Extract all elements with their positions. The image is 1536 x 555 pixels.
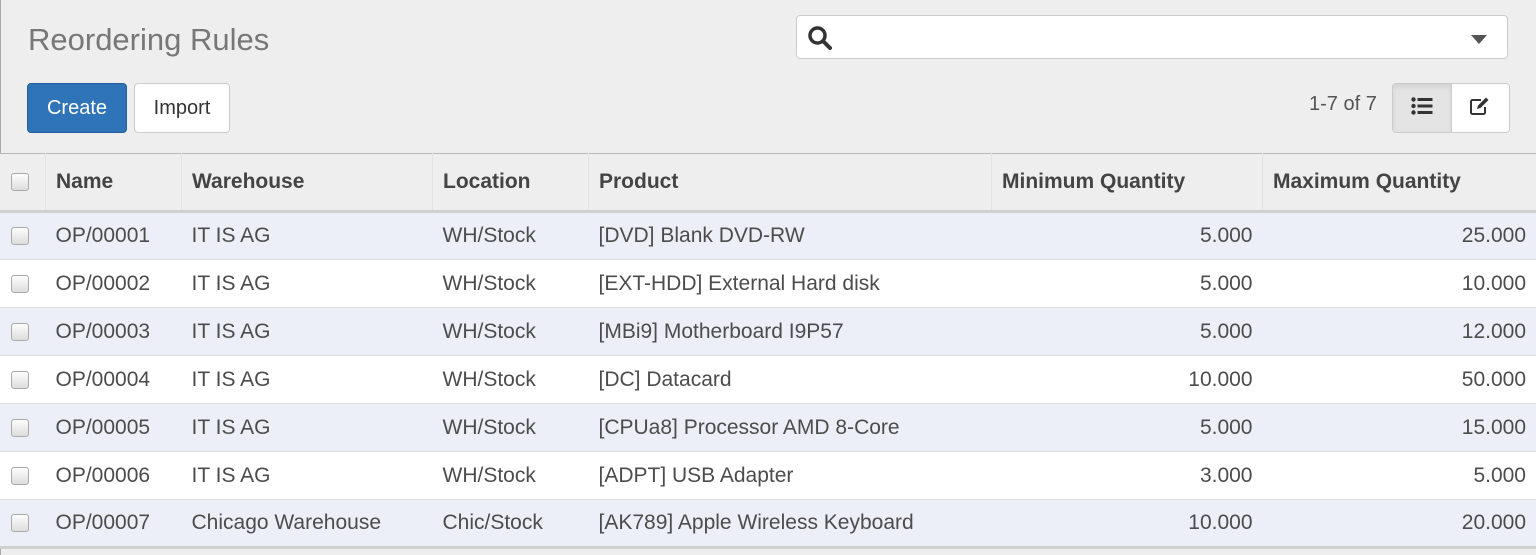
cell-name: OP/00005 [55,415,151,439]
view-switcher [1392,83,1510,133]
cell-max-qty: 25.000 [1461,224,1526,247]
row-checkbox[interactable] [11,370,29,389]
cell-min-qty: 5.000 [1199,319,1253,343]
cell-warehouse: IT IS AG [191,224,271,247]
search-icon [807,25,833,51]
table-row[interactable]: OP/00006 IT IS AG WH/Stock [ADPT] USB Adapt… [0,451,1536,500]
cell-min-qty: 10.000 [1188,511,1253,534]
table-header-row: Name Warehouse Location Product Minimum … [0,153,1536,213]
cell-max-qty: 15.000 [1461,415,1526,439]
table-row[interactable]: OP/00007 Chicago Warehouse Chic/Stock [AK78… [0,499,1536,548]
create-button[interactable]: Create [27,83,127,133]
column-header-minimum-quantity[interactable]: Minimum Quantity [991,153,1263,213]
page-title: Reordering Rules [28,22,270,57]
cell-location: WH/Stock [442,415,536,439]
cell-location: WH/Stock [442,224,536,247]
cell-min-qty: 10.000 [1188,367,1253,391]
column-header-warehouse[interactable]: Warehouse [181,153,433,213]
cell-product: [MBi9] Motherboard I9P57 [598,319,844,343]
cell-product: [EXT-HDD] External Hard disk [598,271,880,295]
row-checkbox[interactable] [11,274,29,293]
cell-min-qty: 5.000 [1199,271,1253,295]
cell-min-qty: 5.000 [1199,415,1253,439]
cell-warehouse: IT IS AG [191,367,271,391]
cell-name: OP/00001 [55,224,151,247]
row-checkbox[interactable] [11,418,29,437]
cell-warehouse: IT IS AG [191,319,271,343]
search-bar[interactable] [796,15,1508,59]
search-input[interactable] [845,22,1449,54]
row-select-cell [0,212,46,260]
cell-location: WH/Stock [442,463,536,487]
cell-name: OP/00002 [55,271,151,295]
reordering-rules-table: Name Warehouse Location Product Minimum … [0,153,1536,549]
cell-max-qty: 5.000 [1473,463,1526,487]
cell-name: OP/00004 [55,367,151,391]
column-header-maximum-quantity[interactable]: Maximum Quantity [1262,153,1536,213]
cell-max-qty: 12.000 [1461,319,1526,343]
caret-down-icon[interactable] [1471,35,1487,44]
row-checkbox[interactable] [11,514,29,533]
cell-product: [DC] Datacard [598,367,732,391]
form-view-button[interactable] [1451,84,1509,132]
cell-product: [DVD] Blank DVD-RW [598,224,805,247]
cell-product: [AK789] Apple Wireless Keyboard [598,511,914,534]
cell-max-qty: 10.000 [1461,271,1526,295]
column-header-name[interactable]: Name [45,153,182,213]
cell-name: OP/00007 [55,511,151,534]
select-all-checkbox[interactable] [11,173,29,192]
pager-value[interactable]: 1-7 of 7 [1309,93,1377,116]
table-row[interactable]: OP/00004 IT IS AG WH/Stock [DC] Datacard 10.… [0,355,1536,404]
cell-name: OP/00003 [55,319,151,343]
table-row[interactable]: OP/00002 IT IS AG WH/Stock [EXT-HDD] Extern… [0,259,1536,308]
row-select-cell [0,308,46,356]
cell-warehouse: IT IS AG [191,415,271,439]
cell-location: WH/Stock [442,271,536,295]
row-checkbox[interactable] [11,227,29,246]
cell-warehouse: IT IS AG [191,271,271,295]
cell-product: [ADPT] USB Adapter [598,463,794,487]
row-select-cell [0,452,46,500]
cell-warehouse: Chicago Warehouse [191,511,382,534]
list-icon [1411,96,1433,120]
column-header-product[interactable]: Product [588,153,992,213]
cell-product: [CPUa8] Processor AMD 8-Core [598,415,900,439]
cell-max-qty: 20.000 [1461,511,1526,534]
select-all-cell [0,153,46,213]
table-row[interactable]: OP/00003 IT IS AG WH/Stock [MBi9] Motherboa… [0,307,1536,356]
row-select-cell [0,260,46,308]
row-select-cell [0,404,46,452]
cell-min-qty: 5.000 [1199,224,1253,247]
row-checkbox[interactable] [11,466,29,485]
table-row[interactable]: OP/00005 IT IS AG WH/Stock [CPUa8] Processo… [0,403,1536,452]
column-header-location[interactable]: Location [432,153,589,213]
cell-location: WH/Stock [442,367,536,391]
cell-min-qty: 3.000 [1199,463,1253,487]
cell-location: Chic/Stock [442,511,543,534]
cell-name: OP/00006 [55,463,151,487]
row-select-cell [0,500,46,548]
cell-warehouse: IT IS AG [191,463,271,487]
row-checkbox[interactable] [11,322,29,341]
list-view-button[interactable] [1393,84,1452,132]
table-row[interactable]: OP/00001 IT IS AG WH/Stock [DVD] Blank DVD-… [0,211,1536,260]
cell-max-qty: 50.000 [1461,367,1526,391]
cell-location: WH/Stock [442,319,536,343]
import-button[interactable]: Import [134,83,230,133]
row-select-cell [0,356,46,404]
edit-icon [1469,96,1491,121]
